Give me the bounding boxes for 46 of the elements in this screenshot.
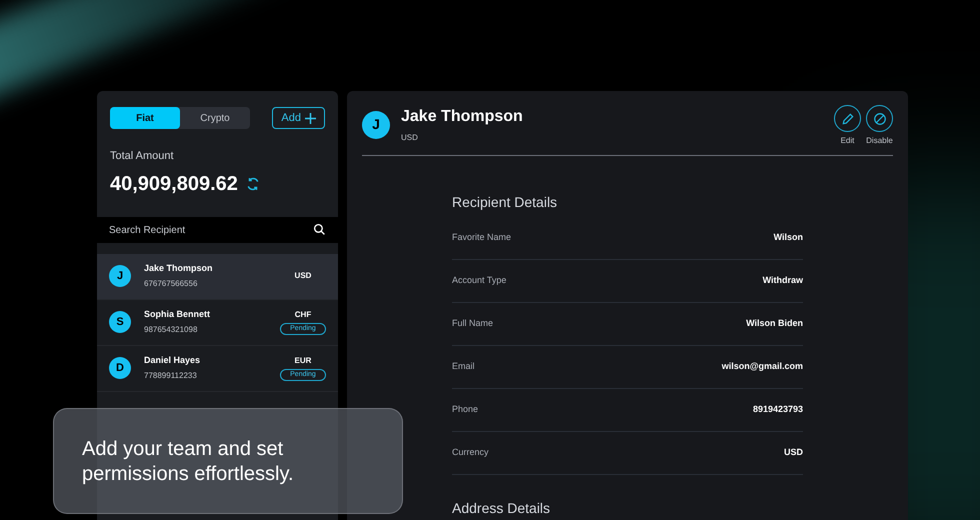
action-label: Edit <box>840 135 854 147</box>
avatar: D <box>109 357 131 379</box>
pencil-icon <box>840 112 854 126</box>
field-label: Account Type <box>452 274 506 288</box>
block-icon <box>872 112 886 126</box>
currency-code: CHF <box>294 309 312 321</box>
plus-icon <box>305 112 316 124</box>
section-title: Recipient Details <box>452 193 558 212</box>
avatar: S <box>109 311 131 333</box>
total-label: Total Amount <box>109 149 175 164</box>
search-field[interactable]: Search Recipient <box>97 217 338 243</box>
account-number: 778899112233 <box>144 370 198 382</box>
recipient-name: Jake Thompson <box>401 107 523 127</box>
avatar: J <box>362 110 390 138</box>
field-value: Withdraw <box>762 274 803 288</box>
account-number: 987654321098 <box>144 324 198 336</box>
field-label: Email <box>452 360 475 374</box>
recipient-name: Daniel Hayes <box>144 354 202 367</box>
recipient-name: Jake Thompson <box>144 262 214 275</box>
field-label: Favorite Name <box>452 231 512 244</box>
recipient-row[interactable]: J Jake Thompson 676767566556 USD <box>97 254 338 300</box>
currency-code: EUR <box>294 355 312 367</box>
action-label: Disable <box>866 135 893 147</box>
field-value: Wilson <box>774 231 803 244</box>
field-label: Phone <box>452 403 478 416</box>
field-value: USD <box>784 446 803 460</box>
refresh-icon[interactable] <box>246 176 260 190</box>
currency-tab[interactable]: Fiat <box>110 107 180 129</box>
edit-button[interactable] <box>834 105 861 132</box>
caption-text: Add your team and set permissions effortlessly. <box>82 437 295 487</box>
recipient-currency: USD <box>401 132 419 144</box>
currency-tab[interactable]: Crypto <box>180 107 250 129</box>
total-amount: 40,909,809.62 <box>110 172 238 196</box>
field-value: Wilson Biden <box>746 317 803 330</box>
account-number: 676767566556 <box>144 278 198 290</box>
section-title: Address Details <box>452 499 552 518</box>
field-label: Full Name <box>452 317 494 330</box>
field-value: wilson@gmail.com <box>722 360 803 374</box>
field-label: Currency <box>452 446 489 460</box>
avatar: J <box>109 265 131 287</box>
add-button[interactable]: Add <box>272 107 325 129</box>
currency-code: USD <box>294 270 312 282</box>
field-value: 8919423793 <box>752 403 803 416</box>
search-icon[interactable] <box>313 222 326 236</box>
recipient-name: Sophia Bennett <box>144 308 212 321</box>
disable-button[interactable] <box>866 105 893 132</box>
